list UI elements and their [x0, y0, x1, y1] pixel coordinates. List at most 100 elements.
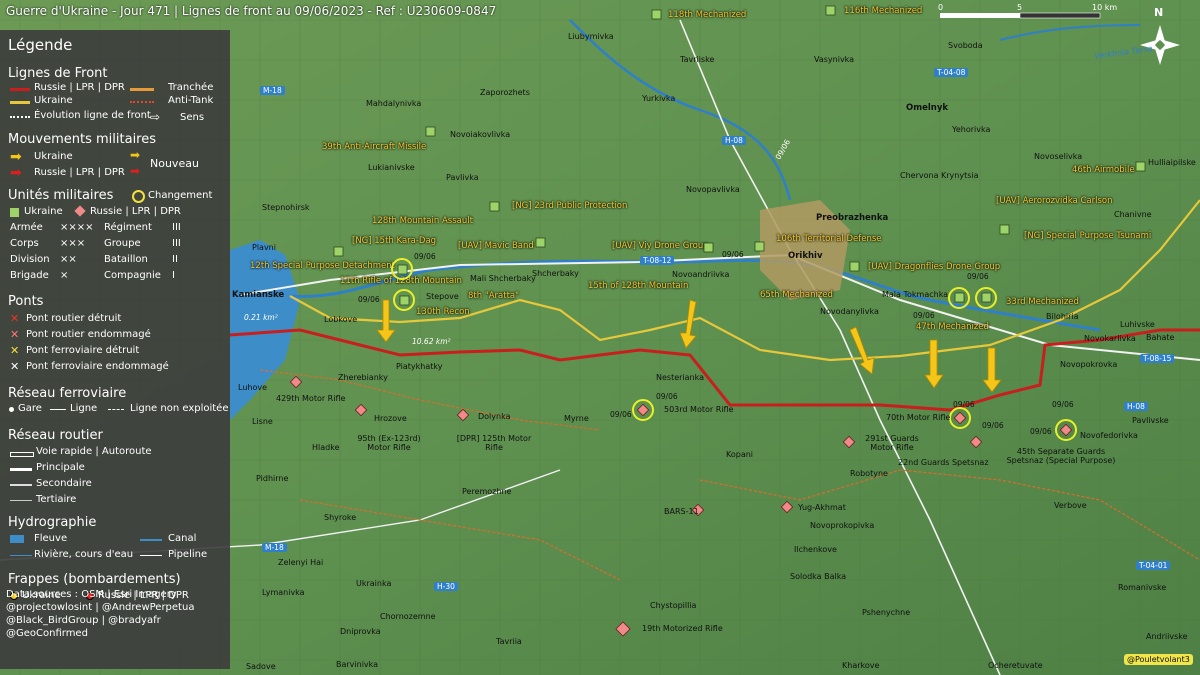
ru-unit-label[interactable]: 503rd Motor Rifle	[664, 405, 733, 414]
place-label: Pshenychne	[862, 608, 911, 617]
place-label: Ocheretuvate	[988, 661, 1043, 670]
ru-unit-label[interactable]: 22nd Guards Spetsnaz	[898, 458, 989, 467]
place-label: Myrne	[564, 414, 589, 423]
place-label: Dolynka	[478, 412, 511, 421]
area-annotation: 0.21 km²	[244, 313, 278, 322]
place-label: Lymanivka	[262, 588, 305, 597]
place-label: Ukrainka	[356, 579, 392, 588]
ua-unit-marker	[849, 261, 860, 272]
place-label: Chervona Krynytsia	[900, 171, 979, 180]
place-label: Svoboda	[948, 41, 983, 50]
ua-unit-marker	[999, 224, 1010, 235]
place-label: Yehorivka	[952, 125, 991, 134]
place-label: Andriivske	[1146, 632, 1188, 641]
place-label: Plavni	[252, 243, 276, 252]
ua-unit-marker	[489, 201, 500, 212]
place-label: Kopani	[726, 450, 754, 459]
place-label-major: Kamianske	[232, 290, 285, 300]
place-label: Liubymivka	[568, 32, 614, 41]
place-label: Novofedorivka	[1080, 431, 1138, 440]
ua-unit-marker	[703, 242, 714, 253]
road-shield: M-18	[262, 543, 287, 552]
place-label: Pavlivka	[446, 173, 479, 182]
ru-unit-marker	[615, 621, 631, 637]
ru-unit-marker	[289, 375, 303, 389]
place-label: Novodanylivka	[820, 307, 879, 316]
place-label: Stepove	[426, 292, 459, 301]
place-label: Pidhirne	[256, 474, 289, 483]
place-label: Novopokrovka	[1060, 360, 1118, 369]
place-label: Novopavlivka	[686, 185, 740, 194]
place-label: Hladke	[312, 443, 340, 452]
ru-unit-marker	[1059, 423, 1073, 437]
place-label: Solodka Balka	[790, 572, 847, 581]
place-label: Chornozemne	[380, 612, 436, 621]
ru-unit-label[interactable]: [DPR] 125th Motor Rifle	[456, 434, 532, 452]
place-label: Stepnohirsk	[262, 203, 310, 212]
change-date: 09/06	[953, 400, 975, 409]
place-label: Bahate	[1146, 333, 1175, 342]
place-label: Mala Tokmachka	[882, 290, 949, 299]
place-label: Novoiakovlivka	[450, 130, 511, 139]
ru-unit-label[interactable]: 45th Separate Guards Spetsnaz (Special P…	[1004, 447, 1118, 465]
place-label: Ilchenkove	[794, 545, 837, 554]
place-label-major: Preobrazhenka	[816, 213, 889, 223]
ua-unit-marker	[954, 292, 965, 303]
place-label: Nesterianka	[656, 373, 705, 382]
place-label: Tavriiske	[680, 55, 715, 64]
place-label: Sadove	[246, 662, 276, 671]
place-label: Luhove	[238, 383, 268, 392]
place-label: Barvinivka	[336, 660, 379, 669]
ua-unit-marker	[825, 5, 836, 16]
ua-unit-marker	[754, 241, 765, 252]
place-label: Chanivne	[1114, 210, 1152, 219]
place-label: Novokarlivka	[1084, 334, 1136, 343]
change-date: 09/06	[913, 311, 935, 320]
ua-unit-marker	[399, 295, 410, 306]
ru-unit-label[interactable]: 429th Motor Rifle	[276, 394, 345, 403]
ru-unit-marker	[354, 403, 368, 417]
place-label: Tavriia	[496, 637, 522, 646]
ru-unit-marker	[636, 403, 650, 417]
change-date: 09/06	[1052, 400, 1074, 409]
ua-unit-marker	[535, 237, 546, 248]
place-label: Bilohiria	[1046, 312, 1079, 321]
ru-unit-label[interactable]: 70th Motor Rifle	[886, 413, 950, 422]
ru-unit-label[interactable]: 19th Motorized Rifle	[642, 624, 723, 633]
road-shield: T-08-12	[640, 256, 675, 265]
road-shield: T-04-01	[1136, 561, 1171, 570]
place-label: Lukianivske	[368, 163, 415, 172]
change-date: 09/06	[967, 272, 989, 281]
road-shield: H-08	[1124, 402, 1148, 411]
ru-unit-label[interactable]: 291st Guards Motor Rifle	[862, 434, 922, 452]
place-label: Mahdalynivka	[366, 99, 422, 108]
change-date: 09/06	[414, 252, 436, 261]
change-date: 09/06	[610, 410, 632, 419]
place-label: Luhivske	[1120, 320, 1155, 329]
ua-unit-marker	[981, 292, 992, 303]
ua-unit-marker	[397, 264, 408, 275]
change-date: 09/06	[722, 250, 744, 259]
place-label: Dniprovka	[340, 627, 381, 636]
ru-unit-label[interactable]: 95th (Ex-123rd) Motor Rifle	[354, 434, 424, 452]
change-date: 09/06	[982, 421, 1004, 430]
place-label: Novoprokopivka	[810, 521, 875, 530]
ru-unit-label[interactable]: BARS-11	[664, 507, 699, 516]
ua-unit-marker	[425, 126, 436, 137]
place-label: Peremozhne	[462, 487, 512, 496]
area-annotation: 10.62 km²	[412, 337, 451, 346]
ua-unit-marker	[651, 9, 662, 20]
road-shield: H-30	[434, 582, 458, 591]
change-date: 09/06	[656, 392, 678, 401]
place-label-major: Orikhiv	[788, 251, 823, 261]
place-label: Lobkove	[324, 315, 358, 324]
ua-unit-marker	[333, 246, 344, 257]
ru-unit-label[interactable]: Yug-Akhmat	[798, 503, 846, 512]
place-label: Hulliaipilske	[1148, 158, 1196, 167]
place-label: Romanivske	[1118, 583, 1167, 592]
place-label: Vasynivka	[814, 55, 855, 64]
place-label: Zelenyi Hai	[278, 558, 324, 567]
change-date: 09/06	[1030, 427, 1052, 436]
ru-unit-marker	[780, 500, 794, 514]
place-label: Hrozove	[374, 414, 407, 423]
